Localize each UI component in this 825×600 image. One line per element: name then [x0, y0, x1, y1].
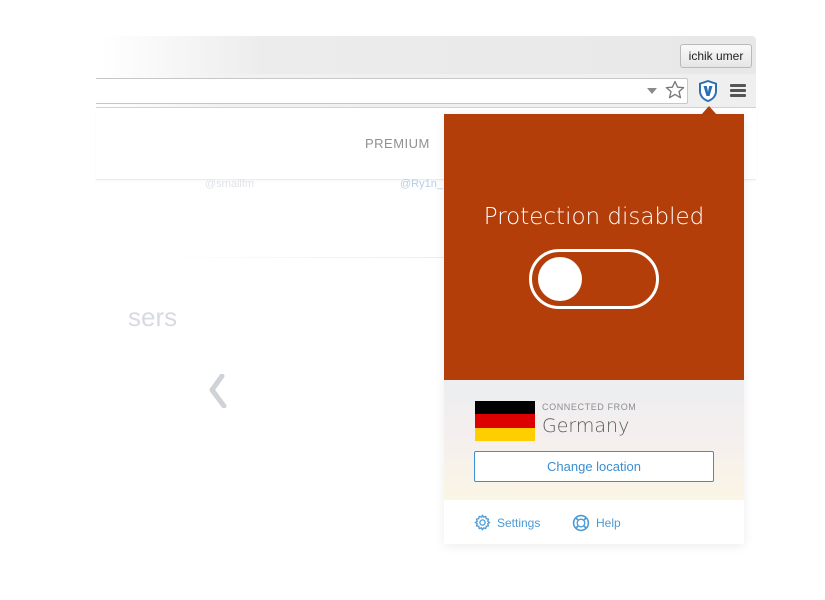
- toggle-knob: [538, 257, 582, 301]
- settings-link[interactable]: Settings: [474, 514, 540, 531]
- status-panel: Protection disabled: [444, 114, 744, 380]
- twitter-handle[interactable]: @Ry1n_: [400, 178, 443, 190]
- vpn-popup: Protection disabled CONNECTED FROM Germa…: [444, 114, 744, 544]
- shield-v-icon[interactable]: [697, 79, 719, 103]
- section-heading: sers: [128, 302, 178, 332]
- browser-titlebar: [100, 36, 756, 74]
- address-bar[interactable]: [96, 78, 688, 104]
- divider: [150, 257, 450, 258]
- help-link[interactable]: Help: [572, 514, 621, 532]
- star-icon[interactable]: [665, 80, 685, 100]
- change-location-button[interactable]: Change location: [474, 451, 714, 482]
- connected-from-label: CONNECTED FROM: [542, 402, 637, 412]
- settings-label: Settings: [497, 515, 541, 530]
- gear-icon: [474, 514, 491, 531]
- protection-status: Protection disabled: [483, 204, 705, 230]
- help-label: Help: [596, 516, 621, 530]
- popup-footer: Settings Help: [444, 500, 744, 544]
- dropdown-arrow-icon[interactable]: [647, 88, 657, 94]
- location-panel: CONNECTED FROM Germany Change location: [444, 380, 744, 500]
- profile-button[interactable]: ichik umer: [680, 44, 752, 68]
- chevron-left-icon[interactable]: [208, 374, 234, 408]
- lifebuoy-icon: [572, 514, 590, 532]
- hamburger-icon[interactable]: [730, 84, 746, 98]
- country-name: Germany: [542, 415, 630, 437]
- germany-flag-icon: [475, 401, 535, 441]
- twitter-handle[interactable]: @smallfm: [205, 178, 254, 190]
- protection-toggle[interactable]: [529, 249, 659, 309]
- nav-premium-link[interactable]: PREMIUM: [365, 136, 430, 151]
